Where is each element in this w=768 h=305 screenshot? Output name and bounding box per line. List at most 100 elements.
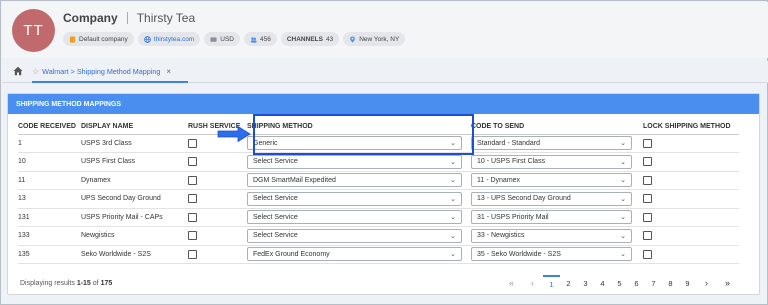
chevron-down-icon: ⌄ xyxy=(620,195,626,203)
shipping-method-select[interactable]: Generic ⌄ xyxy=(247,136,462,151)
currency-pill[interactable]: USD xyxy=(204,32,240,46)
currency-icon xyxy=(210,36,217,42)
lock-shipping-method-checkbox[interactable] xyxy=(643,212,652,222)
col-code-received[interactable]: CODE RECEIVED xyxy=(18,119,81,135)
select-value: 11 - Dynamex xyxy=(477,176,521,184)
shipping-method-select[interactable]: DGM SmartMail Expedited ⌄ xyxy=(247,173,462,188)
channels-pill[interactable]: CHANNELS 43 xyxy=(280,32,340,46)
col-display-name[interactable]: DISPLAY NAME xyxy=(81,119,188,135)
page-button-9[interactable]: 9 xyxy=(679,275,696,291)
shipping-method-select[interactable]: Select Service ⌄ xyxy=(247,191,462,206)
table-row: 13 UPS Second Day Ground Select Service ⌄… xyxy=(18,189,739,209)
tag-icon xyxy=(69,35,76,43)
lock-shipping-method-checkbox[interactable] xyxy=(643,194,652,204)
rush-service-checkbox[interactable] xyxy=(188,175,197,185)
close-icon[interactable]: × xyxy=(166,67,171,76)
chevron-down-icon: ⌄ xyxy=(620,158,626,166)
last-page-button[interactable]: » xyxy=(717,275,738,291)
rush-service-checkbox[interactable] xyxy=(188,138,197,148)
panel-title: SHIPPING METHOD MAPPINGS xyxy=(8,94,759,114)
code-received-cell: 11 xyxy=(18,171,81,190)
store-name: Thirsty Tea xyxy=(136,11,196,25)
avatar: TT xyxy=(12,9,55,52)
rush-service-checkbox[interactable] xyxy=(188,212,197,222)
table-row: 135 Seko Worldwide - S2S FedEx Ground Ec… xyxy=(18,245,739,264)
col-shipping-method[interactable]: SHIPPING METHOD xyxy=(247,119,471,135)
page-button-3[interactable]: 3 xyxy=(577,275,594,291)
chevron-down-icon: ⌄ xyxy=(620,177,626,185)
display-name-cell: USPS First Class xyxy=(81,152,188,172)
code-to-send-select[interactable]: 13 - UPS Second Day Ground ⌄ xyxy=(471,191,632,206)
code-to-send-select[interactable]: 10 - USPS First Class ⌄ xyxy=(471,154,632,169)
lock-shipping-method-checkbox[interactable] xyxy=(643,175,652,185)
code-to-send-select[interactable]: 33 - Newgistics ⌄ xyxy=(471,228,632,243)
shipping-method-select[interactable]: Select Service ⌄ xyxy=(247,228,462,243)
lock-shipping-method-checkbox[interactable] xyxy=(643,138,652,148)
code-received-cell: 10 xyxy=(18,152,81,172)
code-received-cell: 131 xyxy=(18,208,81,227)
select-value: Generic xyxy=(253,139,278,147)
chevron-down-icon: ⌄ xyxy=(450,177,456,185)
results-of: of xyxy=(90,280,101,287)
app-frame: TT Company Thirsty Tea Default company t… xyxy=(0,0,768,305)
code-to-send-select[interactable]: Standard - Standard ⌄ xyxy=(471,136,632,151)
channels-label: CHANNELS xyxy=(286,35,323,43)
select-value: 10 - USPS First Class xyxy=(477,158,546,166)
pill-text: 43 xyxy=(325,35,334,43)
next-page-button[interactable]: › xyxy=(696,275,717,291)
page-button-1[interactable]: 1 xyxy=(543,275,560,291)
chevron-down-icon: ⌄ xyxy=(620,251,626,259)
results-total: 175 xyxy=(100,280,113,287)
shipping-method-select[interactable]: FedEx Ground Economy ⌄ xyxy=(247,247,462,262)
page-button-4[interactable]: 4 xyxy=(594,275,611,291)
table-row: 131 USPS Priority Mail - CAPs Select Ser… xyxy=(18,208,739,227)
page-button-6[interactable]: 6 xyxy=(628,275,645,291)
table-row: 10 USPS First Class Select Service ⌄ 10 -… xyxy=(18,152,739,172)
shipping-method-select[interactable]: Select Service ⌄ xyxy=(247,154,462,169)
page-button-2[interactable]: 2 xyxy=(560,275,577,291)
prev-page-button[interactable]: ‹ xyxy=(522,275,543,291)
select-value: FedEx Ground Economy xyxy=(253,250,330,258)
display-name-cell: Seko Worldwide - S2S xyxy=(81,245,188,264)
col-code-to-send[interactable]: CODE TO SEND xyxy=(471,119,643,135)
lock-shipping-method-checkbox[interactable] xyxy=(643,249,652,259)
code-to-send-select[interactable]: 11 - Dynamex ⌄ xyxy=(471,173,632,188)
shipping-method-select[interactable]: Select Service ⌄ xyxy=(247,210,462,225)
rush-service-checkbox[interactable] xyxy=(188,249,197,259)
info-pills: Default company thirstytea.com USD 456 C… xyxy=(63,32,406,46)
code-to-send-select[interactable]: 35 - Seko Worldwide - S2S ⌄ xyxy=(471,247,632,262)
code-to-send-select[interactable]: 31 - USPS Priority Mail ⌄ xyxy=(471,210,632,225)
chevron-down-icon: ⌄ xyxy=(620,232,626,240)
tab-bar: ☆ Walmart > Shipping Method Mapping × xyxy=(2,61,768,83)
table-row: 133 Newgistics Select Service ⌄ 33 - Newg… xyxy=(18,226,739,246)
star-icon[interactable]: ☆ xyxy=(32,67,39,76)
pill-text: USD xyxy=(220,35,234,43)
shipping-method-mappings-panel: SHIPPING METHOD MAPPINGS CODE RECEIVED D… xyxy=(7,93,760,295)
rush-service-checkbox[interactable] xyxy=(188,194,197,204)
select-value: DGM SmartMail Expedited xyxy=(253,176,336,184)
lock-shipping-method-checkbox[interactable] xyxy=(643,157,652,167)
rush-service-checkbox[interactable] xyxy=(188,157,197,167)
company-header: TT Company Thirsty Tea Default company t… xyxy=(2,2,768,58)
lock-shipping-method-checkbox[interactable] xyxy=(643,231,652,241)
default-company-pill[interactable]: Default company xyxy=(63,32,134,46)
location-pill[interactable]: New York, NY xyxy=(343,32,406,46)
table-row: 11 Dynamex DGM SmartMail Expedited ⌄ 11 -… xyxy=(18,171,739,190)
page-button-5[interactable]: 5 xyxy=(611,275,628,291)
display-name-cell: USPS Priority Mail - CAPs xyxy=(81,208,188,227)
chevron-down-icon: ⌄ xyxy=(620,140,626,148)
tab-shipping-method-mapping[interactable]: ☆ Walmart > Shipping Method Mapping × xyxy=(32,61,188,83)
page-button-8[interactable]: 8 xyxy=(662,275,679,291)
code-received-cell: 13 xyxy=(18,189,81,209)
select-value: 31 - USPS Priority Mail xyxy=(477,213,549,221)
users-icon xyxy=(250,36,257,43)
col-lock-shipping-method[interactable]: LOCK SHIPPING METHOD xyxy=(643,119,739,135)
chevron-down-icon: ⌄ xyxy=(450,140,456,148)
home-icon[interactable] xyxy=(13,66,23,76)
first-page-button[interactable]: « xyxy=(501,275,522,291)
page-button-7[interactable]: 7 xyxy=(645,275,662,291)
website-pill[interactable]: thirstytea.com xyxy=(137,32,201,46)
pill-text: 456 xyxy=(259,35,271,43)
users-pill[interactable]: 456 xyxy=(243,32,277,46)
rush-service-checkbox[interactable] xyxy=(188,231,197,241)
